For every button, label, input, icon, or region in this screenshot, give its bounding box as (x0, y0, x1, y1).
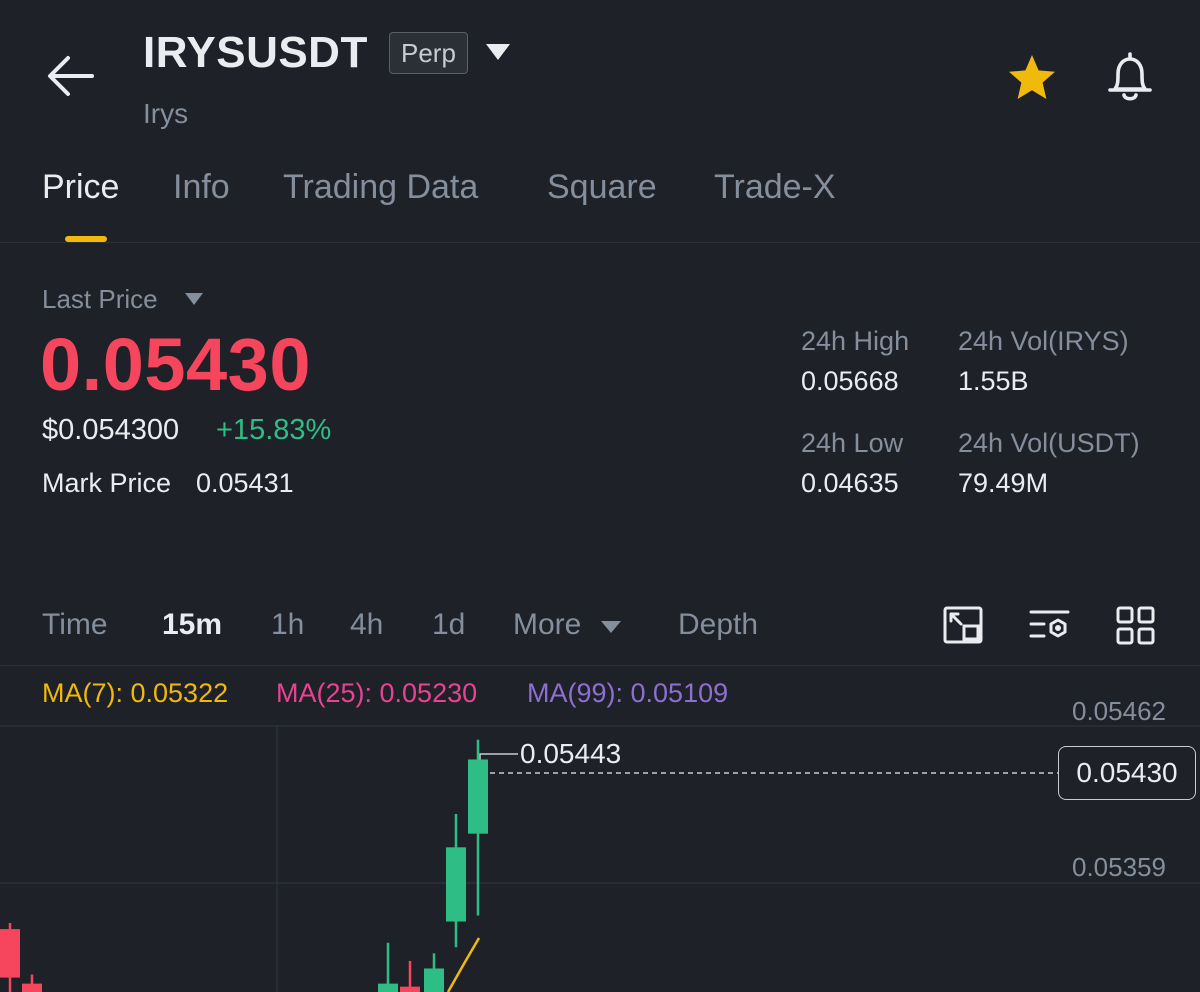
fullscreen-icon[interactable] (942, 604, 986, 648)
mark-price-value: 0.05431 (196, 468, 294, 498)
tab-square[interactable]: Square (547, 168, 657, 207)
y-axis-tick: 0.05462 (1072, 696, 1166, 726)
chevron-down-icon[interactable] (485, 42, 511, 62)
interval-1d[interactable]: 1d (432, 608, 465, 642)
tabs-divider (0, 242, 1200, 243)
tab-info[interactable]: Info (173, 168, 230, 207)
interval-1h[interactable]: 1h (271, 608, 304, 642)
tab-price[interactable]: Price (42, 168, 119, 207)
session-high-label: 0.05443 (520, 738, 622, 769)
candlestick-chart[interactable] (0, 666, 1200, 992)
24h-vol-quote-label: 24h Vol(USDT) (958, 428, 1140, 458)
asset-name: Irys (143, 98, 189, 129)
depth-tab[interactable]: Depth (678, 608, 758, 642)
ma25-label: MA(25): 0.05230 (276, 678, 478, 708)
star-icon[interactable] (1006, 52, 1058, 104)
mark-price-label: Mark Price (42, 468, 172, 498)
candle-body (22, 983, 42, 992)
tab-trading-data[interactable]: Trading Data (283, 168, 478, 207)
interval-more[interactable]: More (513, 608, 581, 642)
current-price-tag[interactable]: 0.05430 (1058, 746, 1196, 800)
24h-vol-base-value: 1.55B (958, 366, 1029, 396)
interval-15m[interactable]: 15m (162, 608, 222, 642)
24h-vol-base-label: 24h Vol(IRYS) (958, 326, 1129, 356)
24h-low-label: 24h Low (801, 428, 904, 458)
last-price-value: 0.05430 (40, 323, 311, 406)
candle-body (468, 759, 488, 834)
bell-icon[interactable] (1104, 50, 1156, 104)
24h-low-value: 0.04635 (801, 468, 899, 498)
indicator-settings-icon[interactable] (1028, 604, 1072, 648)
candle-body (424, 968, 444, 992)
24h-vol-quote-value: 79.49M (958, 468, 1049, 498)
candle-body (0, 929, 20, 978)
usd-price: $0.054300 (42, 414, 180, 446)
ma7-label: MA(7): 0.05322 (42, 678, 229, 708)
y-axis-tick: 0.05359 (1072, 852, 1166, 882)
candle-body (378, 983, 398, 992)
24h-high-label: 24h High (801, 326, 910, 356)
last-price-label[interactable]: Last Price (42, 284, 158, 315)
interval-4h[interactable]: 4h (350, 608, 383, 642)
grid-layout-icon[interactable] (1114, 604, 1158, 648)
ma7-line (446, 937, 481, 992)
tab-trade-x[interactable]: Trade-X (714, 168, 836, 207)
symbol-title[interactable]: IRYSUSDT (143, 28, 368, 78)
interval-time[interactable]: Time (42, 608, 108, 642)
caret-down-icon[interactable] (184, 292, 204, 306)
ma99-label: MA(99): 0.05109 (527, 678, 729, 708)
candle-body (446, 847, 466, 922)
price-change-percent: +15.83% (216, 414, 332, 446)
candle-body (400, 986, 420, 992)
back-arrow-icon[interactable] (44, 52, 96, 100)
contract-type-badge: Perp (389, 32, 468, 74)
caret-down-icon[interactable] (600, 620, 622, 634)
24h-high-value: 0.05668 (801, 366, 899, 396)
